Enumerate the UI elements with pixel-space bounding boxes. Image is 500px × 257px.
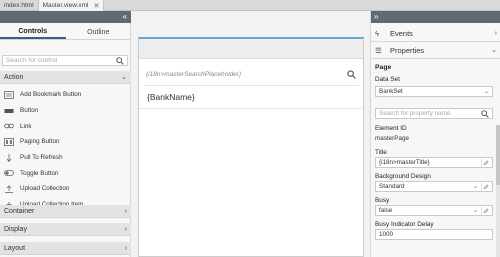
group-display[interactable]: Display › bbox=[0, 223, 131, 236]
control-label: Paging Button bbox=[20, 138, 60, 146]
background-design-value: Standard bbox=[379, 183, 405, 190]
properties-panel: » ϟ Events › ☰ Properties ⌄ Page Data Se… bbox=[370, 11, 500, 257]
page-heading: Page bbox=[375, 64, 392, 71]
chevron-down-icon: ⌄ bbox=[121, 74, 127, 81]
list-item[interactable]: Button bbox=[0, 103, 131, 119]
busy-indicator-delay-input[interactable]: 1000 bbox=[375, 229, 493, 240]
data-set-value: BankSet bbox=[379, 88, 403, 95]
section-label: Events bbox=[390, 28, 413, 38]
search-icon[interactable] bbox=[116, 56, 124, 65]
chevron-down-icon: ⌄ bbox=[483, 89, 489, 95]
control-label: Add Bookmark Button bbox=[20, 91, 82, 99]
link-icon bbox=[4, 124, 14, 129]
collapse-right-bar[interactable]: » bbox=[371, 11, 500, 23]
chevron-right-icon: › bbox=[124, 207, 127, 215]
tab-index-html[interactable]: index.html bbox=[0, 0, 39, 11]
group-label: Layout bbox=[4, 244, 26, 252]
list-item[interactable]: Pull To Refresh bbox=[0, 150, 131, 166]
group-label: Display bbox=[4, 225, 27, 233]
element-id-field[interactable]: masterPage bbox=[375, 133, 493, 144]
palette-tabs: Controls Outline bbox=[0, 25, 131, 40]
control-search-box bbox=[2, 55, 128, 66]
control-label: Pull To Refresh bbox=[20, 154, 63, 162]
tab-master-view[interactable]: Master.view.xml ✕ bbox=[38, 0, 105, 11]
busy-indicator-delay-value: 1000 bbox=[379, 231, 394, 238]
busy-select[interactable]: false ⌄ bbox=[375, 205, 493, 216]
background-design-select[interactable]: Standard ⌄ bbox=[375, 181, 493, 192]
group-action[interactable]: Action ⌄ bbox=[0, 71, 131, 84]
paging-button-icon bbox=[4, 138, 14, 146]
element-id-label: Element ID bbox=[375, 125, 407, 132]
section-label: Properties bbox=[390, 45, 425, 55]
background-design-label: Background Design bbox=[375, 173, 431, 180]
collapse-left-bar[interactable]: « bbox=[0, 11, 131, 23]
control-label: Button bbox=[20, 107, 39, 115]
busy-label: Busy bbox=[375, 197, 390, 204]
close-tab-icon[interactable]: ✕ bbox=[94, 2, 100, 10]
title-label: Title bbox=[375, 149, 387, 156]
list-item[interactable]: Paging Button bbox=[0, 134, 131, 150]
toggle-button-icon bbox=[4, 170, 14, 177]
binding-link-icon[interactable] bbox=[481, 158, 489, 167]
chevron-down-icon: ⌄ bbox=[472, 184, 478, 190]
list-item[interactable]: Link bbox=[0, 118, 131, 134]
properties-body: Page Data Set BankSet ⌄ Search for prope… bbox=[375, 59, 493, 240]
scrollbar-thumb[interactable] bbox=[496, 125, 500, 185]
page-header-bar[interactable] bbox=[139, 39, 363, 59]
tab-label: Master.view.xml bbox=[42, 2, 89, 9]
property-search-placeholder: Search for property name bbox=[379, 110, 451, 117]
events-section-header[interactable]: ϟ Events › bbox=[371, 25, 500, 42]
chevron-down-icon: ⌄ bbox=[491, 47, 497, 54]
double-chevron-left-icon[interactable]: « bbox=[123, 12, 127, 21]
button-icon bbox=[4, 108, 14, 113]
search-icon[interactable] bbox=[347, 70, 356, 79]
binding-link-icon[interactable] bbox=[481, 182, 489, 191]
pull-to-refresh-icon bbox=[6, 153, 12, 162]
busy-value: false bbox=[379, 207, 393, 214]
data-set-label: Data Set bbox=[375, 76, 400, 83]
chevron-right-icon: › bbox=[494, 29, 497, 37]
group-label: Action bbox=[4, 73, 24, 81]
upload-collection-icon bbox=[5, 185, 13, 193]
data-set-select[interactable]: BankSet ⌄ bbox=[375, 86, 493, 97]
control-search-input[interactable] bbox=[6, 57, 116, 64]
control-label: Upload Collection bbox=[20, 185, 70, 193]
properties-list-icon: ☰ bbox=[375, 45, 382, 55]
tab-outline[interactable]: Outline bbox=[66, 25, 132, 39]
chevron-right-icon: › bbox=[124, 225, 127, 233]
bookmark-button-icon bbox=[4, 90, 14, 99]
list-item[interactable]: {BankName} bbox=[139, 86, 363, 109]
control-list: Add Bookmark Button Button Link Paging B… bbox=[0, 87, 131, 213]
title-input[interactable]: {i18n>masterTitle} bbox=[375, 157, 493, 168]
title-value: {i18n>masterTitle} bbox=[379, 159, 430, 166]
chevron-right-icon: › bbox=[124, 244, 127, 252]
element-id-value: masterPage bbox=[375, 135, 409, 142]
group-container[interactable]: Container › bbox=[0, 205, 131, 218]
bank-name-binding: {BankName} bbox=[147, 92, 195, 102]
lightning-icon: ϟ bbox=[375, 28, 379, 38]
double-chevron-right-icon[interactable]: » bbox=[374, 12, 378, 21]
property-search-field[interactable]: Search for property name bbox=[375, 108, 493, 119]
tab-controls[interactable]: Controls bbox=[0, 25, 66, 39]
search-placeholder: {i18n>masterSearchPlaceholder} bbox=[146, 71, 242, 78]
search-icon[interactable] bbox=[481, 109, 489, 118]
tab-label: index.html bbox=[4, 2, 34, 9]
busy-indicator-delay-label: Busy Indicator Delay bbox=[375, 221, 434, 228]
editor-tab-bar: index.html Master.view.xml ✕ bbox=[0, 0, 500, 11]
master-search-field[interactable]: {i18n>masterSearchPlaceholder} bbox=[143, 64, 359, 86]
control-label: Toggle Button bbox=[20, 169, 59, 177]
chevron-down-icon: ⌄ bbox=[472, 208, 478, 214]
group-label: Container bbox=[4, 207, 35, 215]
controls-palette: « Controls Outline Action ⌄ Add Bookmark… bbox=[0, 11, 131, 257]
list-item[interactable]: Add Bookmark Button bbox=[0, 87, 131, 103]
properties-scrollbar[interactable] bbox=[496, 125, 500, 257]
list-item[interactable]: Toggle Button bbox=[0, 165, 131, 181]
control-label: Link bbox=[20, 122, 32, 130]
device-frame[interactable]: {i18n>masterSearchPlaceholder} {BankName… bbox=[138, 37, 364, 257]
binding-link-icon[interactable] bbox=[481, 206, 489, 215]
group-layout[interactable]: Layout › bbox=[0, 242, 131, 255]
design-canvas: {i18n>masterSearchPlaceholder} {BankName… bbox=[132, 11, 369, 257]
properties-section-header[interactable]: ☰ Properties ⌄ bbox=[371, 42, 500, 59]
list-item[interactable]: Upload Collection bbox=[0, 181, 131, 197]
